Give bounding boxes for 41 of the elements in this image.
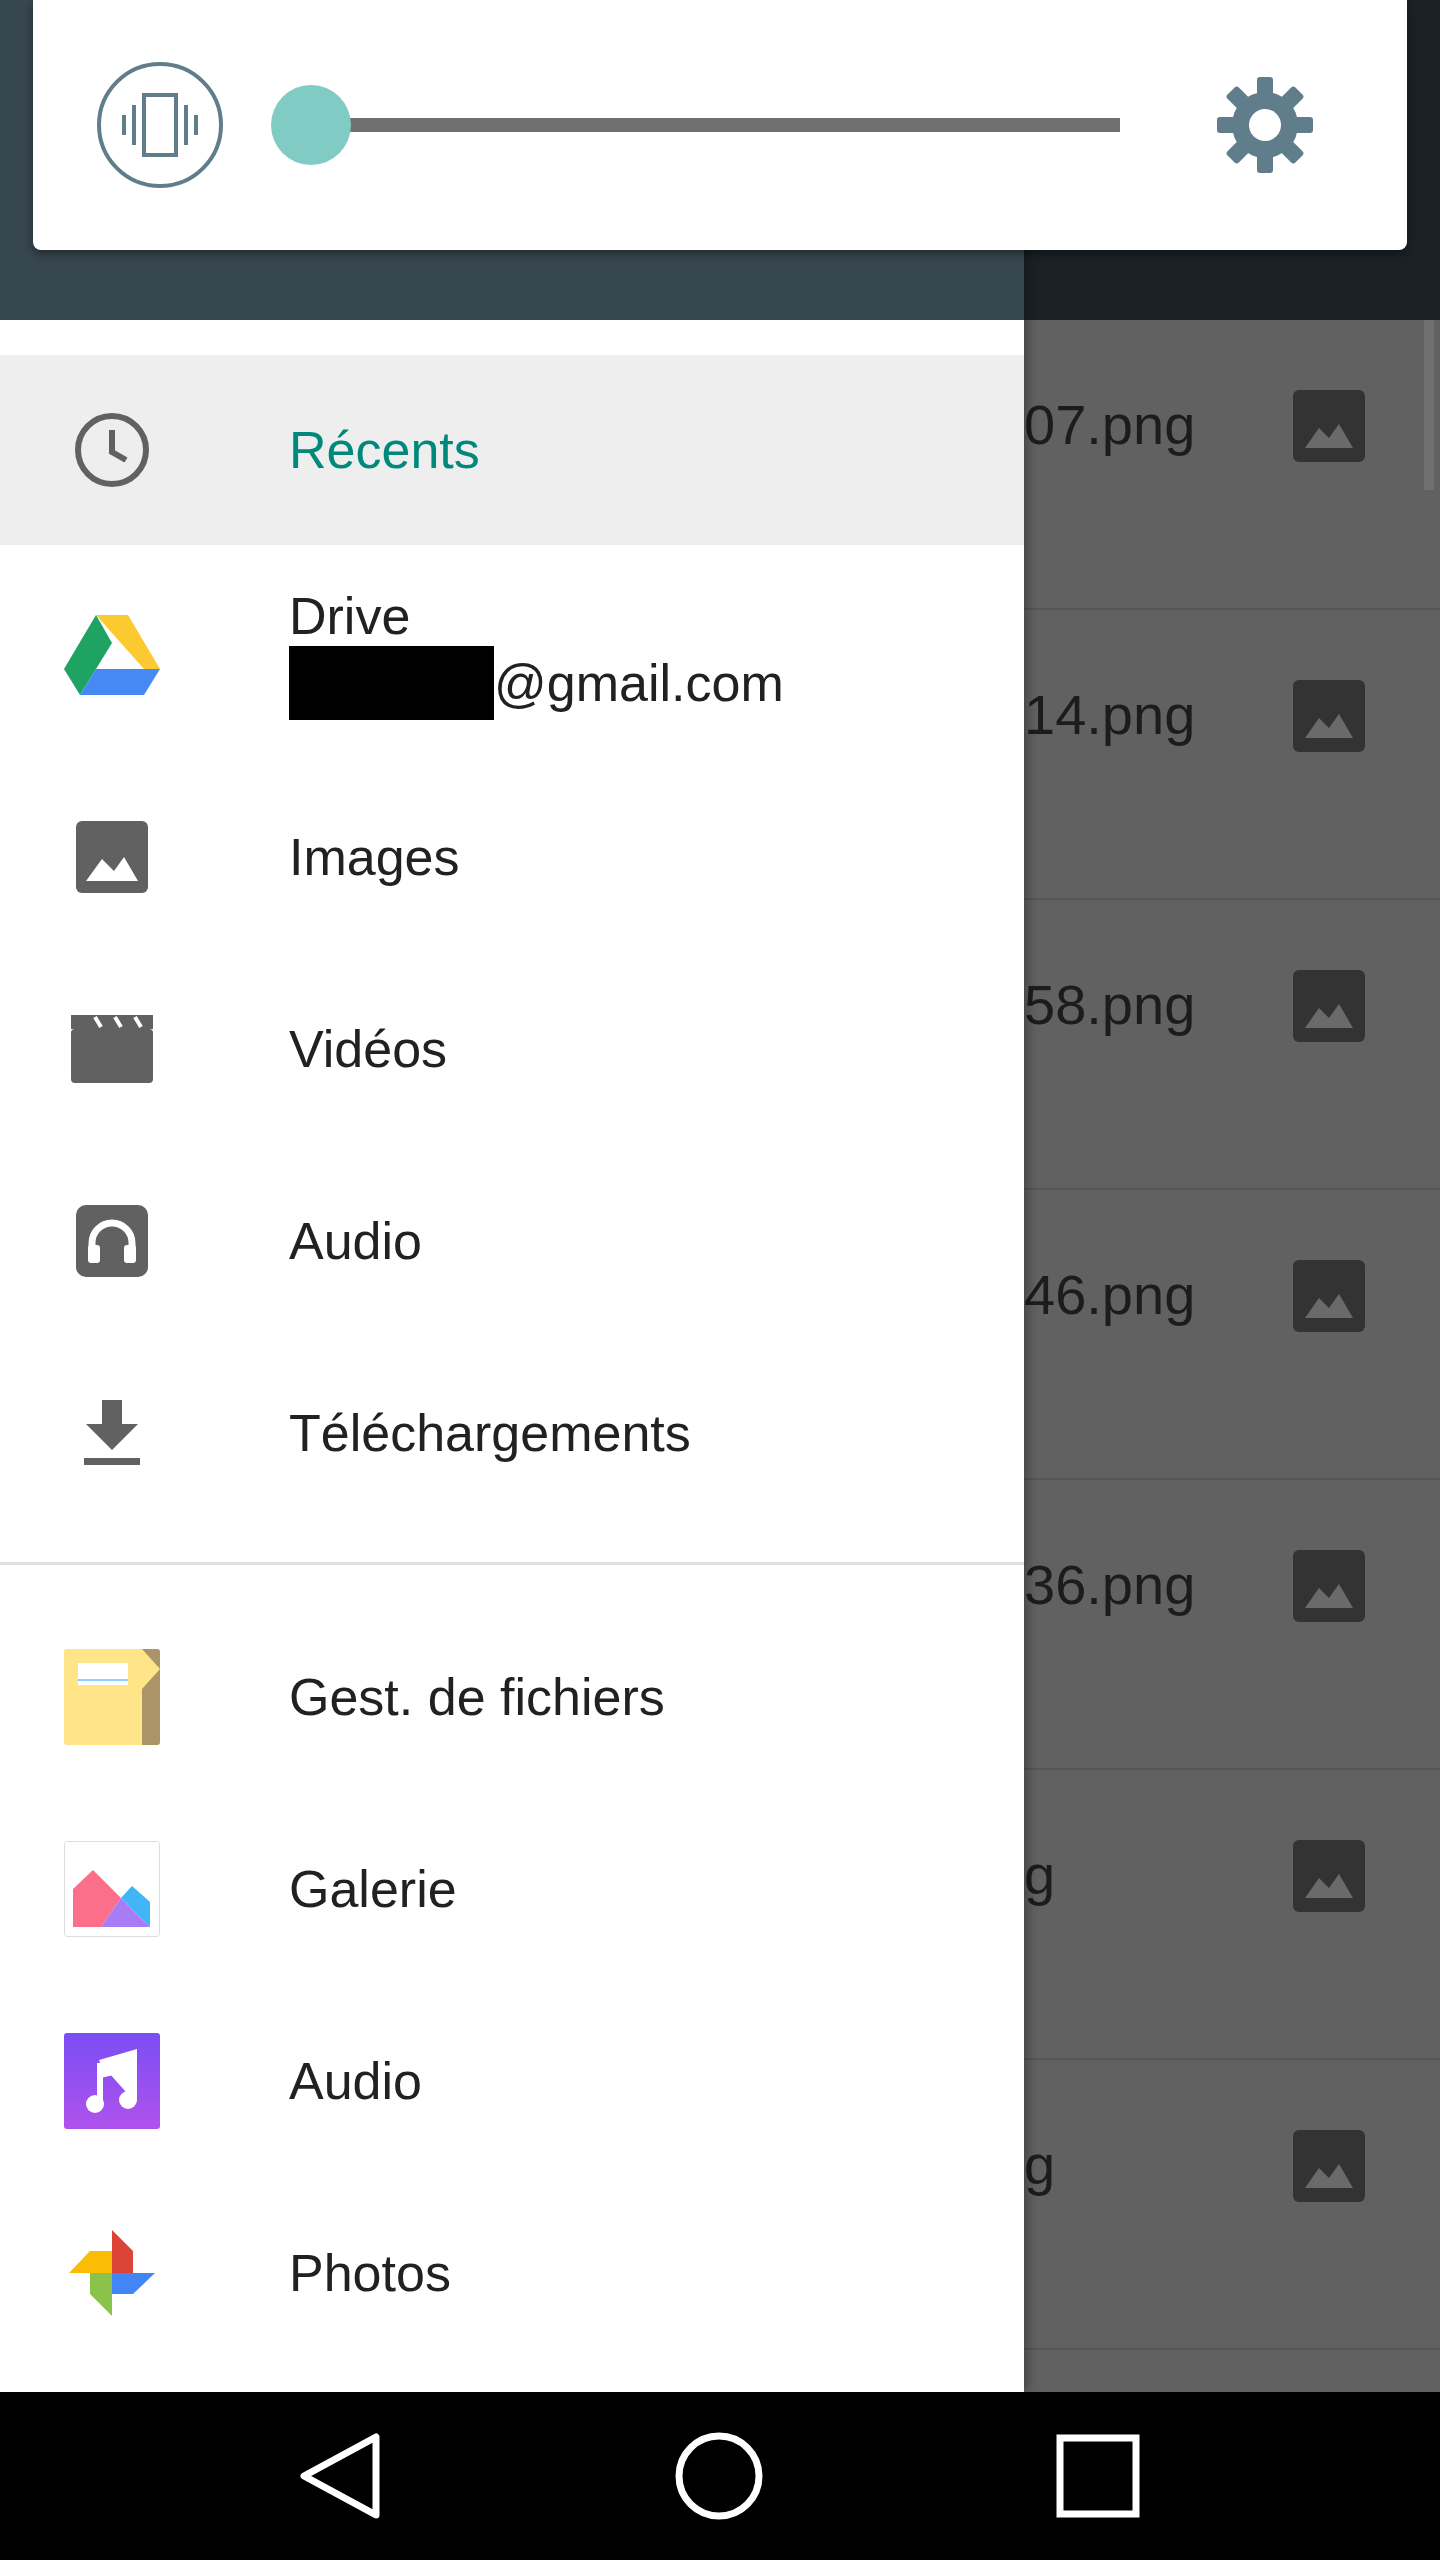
image-icon xyxy=(1293,2130,1365,2202)
image-icon xyxy=(73,819,150,895)
app-item[interactable]: Audio xyxy=(0,1985,1024,2177)
file-name: g xyxy=(1024,1842,1056,1908)
drawer-item[interactable]: Vidéos xyxy=(0,953,1024,1145)
clapperboard-icon xyxy=(70,1015,153,1083)
vibrate-icon[interactable] xyxy=(96,61,224,189)
folder-icon xyxy=(63,1649,160,1745)
headphones-icon xyxy=(75,1205,148,1277)
drawer-item[interactable]: Audio xyxy=(0,1145,1024,1337)
recents-button[interactable] xyxy=(1056,2434,1140,2518)
settings-icon xyxy=(1215,75,1315,175)
account-email: @gmail.com xyxy=(494,653,784,713)
image-icon xyxy=(1293,680,1365,752)
app-item[interactable]: Gest. de fichiers xyxy=(0,1601,1024,1793)
file-name: 36.png xyxy=(1024,1552,1196,1618)
volume-slider[interactable] xyxy=(271,85,1120,165)
image-icon xyxy=(1293,1550,1365,1622)
item-label: Drive xyxy=(289,586,412,646)
drawer-item[interactable]: Drive @gmail.com xyxy=(0,545,1024,761)
drawer-item[interactable]: Images xyxy=(0,761,1024,953)
image-icon xyxy=(1293,390,1365,462)
app-item[interactable]: Photos xyxy=(0,2177,1024,2369)
app-item[interactable]: Galerie xyxy=(0,1793,1024,1985)
file-name: 14.png xyxy=(1024,682,1196,748)
image-icon xyxy=(1293,1260,1365,1332)
settings-button[interactable] xyxy=(1215,75,1315,175)
home-button[interactable] xyxy=(674,2431,764,2521)
file-name: g xyxy=(1024,2132,1056,2198)
drawer-item[interactable]: Téléchargements xyxy=(0,1337,1024,1529)
image-icon xyxy=(1293,970,1365,1042)
file-name: 58.png xyxy=(1024,972,1196,1038)
pinwheel-icon xyxy=(68,2230,155,2316)
drawer-item[interactable]: Récents xyxy=(0,355,1024,545)
back-button[interactable] xyxy=(298,2431,382,2521)
image-icon xyxy=(1293,1840,1365,1912)
music-note-icon xyxy=(63,2033,160,2129)
gallery-icon xyxy=(63,1841,160,1937)
file-name: 07.png xyxy=(1024,392,1196,458)
download-icon xyxy=(81,1400,142,1466)
file-name: 46.png xyxy=(1024,1262,1196,1328)
